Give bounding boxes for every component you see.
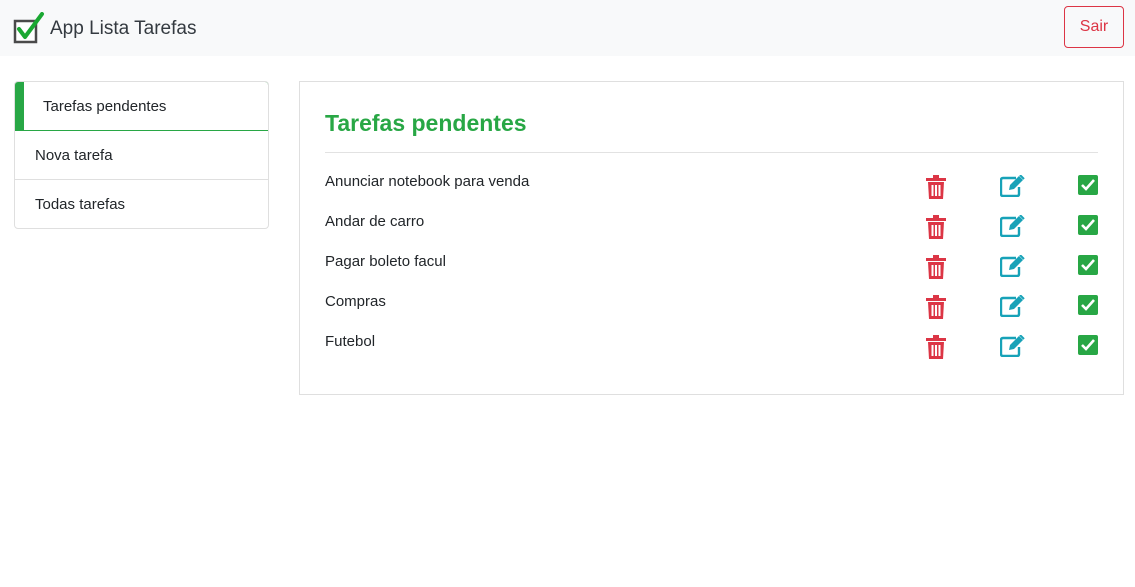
task-text: Anunciar notebook para venda xyxy=(325,173,530,190)
task-row: Andar de carro xyxy=(325,202,1098,242)
logout-button[interactable]: Sair xyxy=(1064,6,1124,48)
task-actions xyxy=(925,335,1098,359)
check-square-icon[interactable] xyxy=(1078,175,1098,195)
trash-icon[interactable] xyxy=(926,215,946,239)
task-actions xyxy=(925,255,1098,279)
trash-icon[interactable] xyxy=(926,175,946,199)
checkbox-logo-icon xyxy=(13,12,44,44)
check-square-icon[interactable] xyxy=(1078,255,1098,275)
trash-icon[interactable] xyxy=(926,255,946,279)
edit-icon[interactable] xyxy=(1000,335,1025,357)
app-title: App Lista Tarefas xyxy=(50,18,197,39)
task-actions xyxy=(925,175,1098,199)
task-actions xyxy=(925,215,1098,239)
task-row: Pagar boleto facul xyxy=(325,242,1098,282)
check-square-icon[interactable] xyxy=(1078,335,1098,355)
check-square-icon[interactable] xyxy=(1078,295,1098,315)
task-text: Andar de carro xyxy=(325,213,425,230)
edit-icon[interactable] xyxy=(1000,255,1025,277)
task-actions xyxy=(925,295,1098,319)
task-list: Anunciar notebook para venda Andar de car… xyxy=(325,162,1098,362)
sidebar-item-nova-tarefa[interactable]: Nova tarefa xyxy=(15,131,268,180)
sidebar-item-todas-tarefas[interactable]: Todas tarefas xyxy=(15,180,268,228)
task-row: Anunciar notebook para venda xyxy=(325,162,1098,202)
task-text: Futebol xyxy=(325,333,376,350)
page-title: Tarefas pendentes xyxy=(325,110,527,136)
brand[interactable]: App Lista Tarefas xyxy=(13,11,196,45)
trash-icon[interactable] xyxy=(926,335,946,359)
edit-icon[interactable] xyxy=(1000,215,1025,237)
divider xyxy=(325,152,1098,153)
edit-icon[interactable] xyxy=(1000,295,1025,317)
task-text: Compras xyxy=(325,293,386,310)
tasks-panel: Tarefas pendentes Anunciar notebook para… xyxy=(299,81,1124,395)
task-row: Futebol xyxy=(325,322,1098,362)
sidebar-item-tarefas-pendentes[interactable]: Tarefas pendentes xyxy=(15,82,268,131)
check-square-icon[interactable] xyxy=(1078,215,1098,235)
edit-icon[interactable] xyxy=(1000,175,1025,197)
task-text: Pagar boleto facul xyxy=(325,253,446,270)
navbar: App Lista Tarefas Sair xyxy=(0,0,1135,56)
sidebar-menu: Tarefas pendentes Nova tarefa Todas tare… xyxy=(14,81,269,229)
task-row: Compras xyxy=(325,282,1098,322)
trash-icon[interactable] xyxy=(926,295,946,319)
